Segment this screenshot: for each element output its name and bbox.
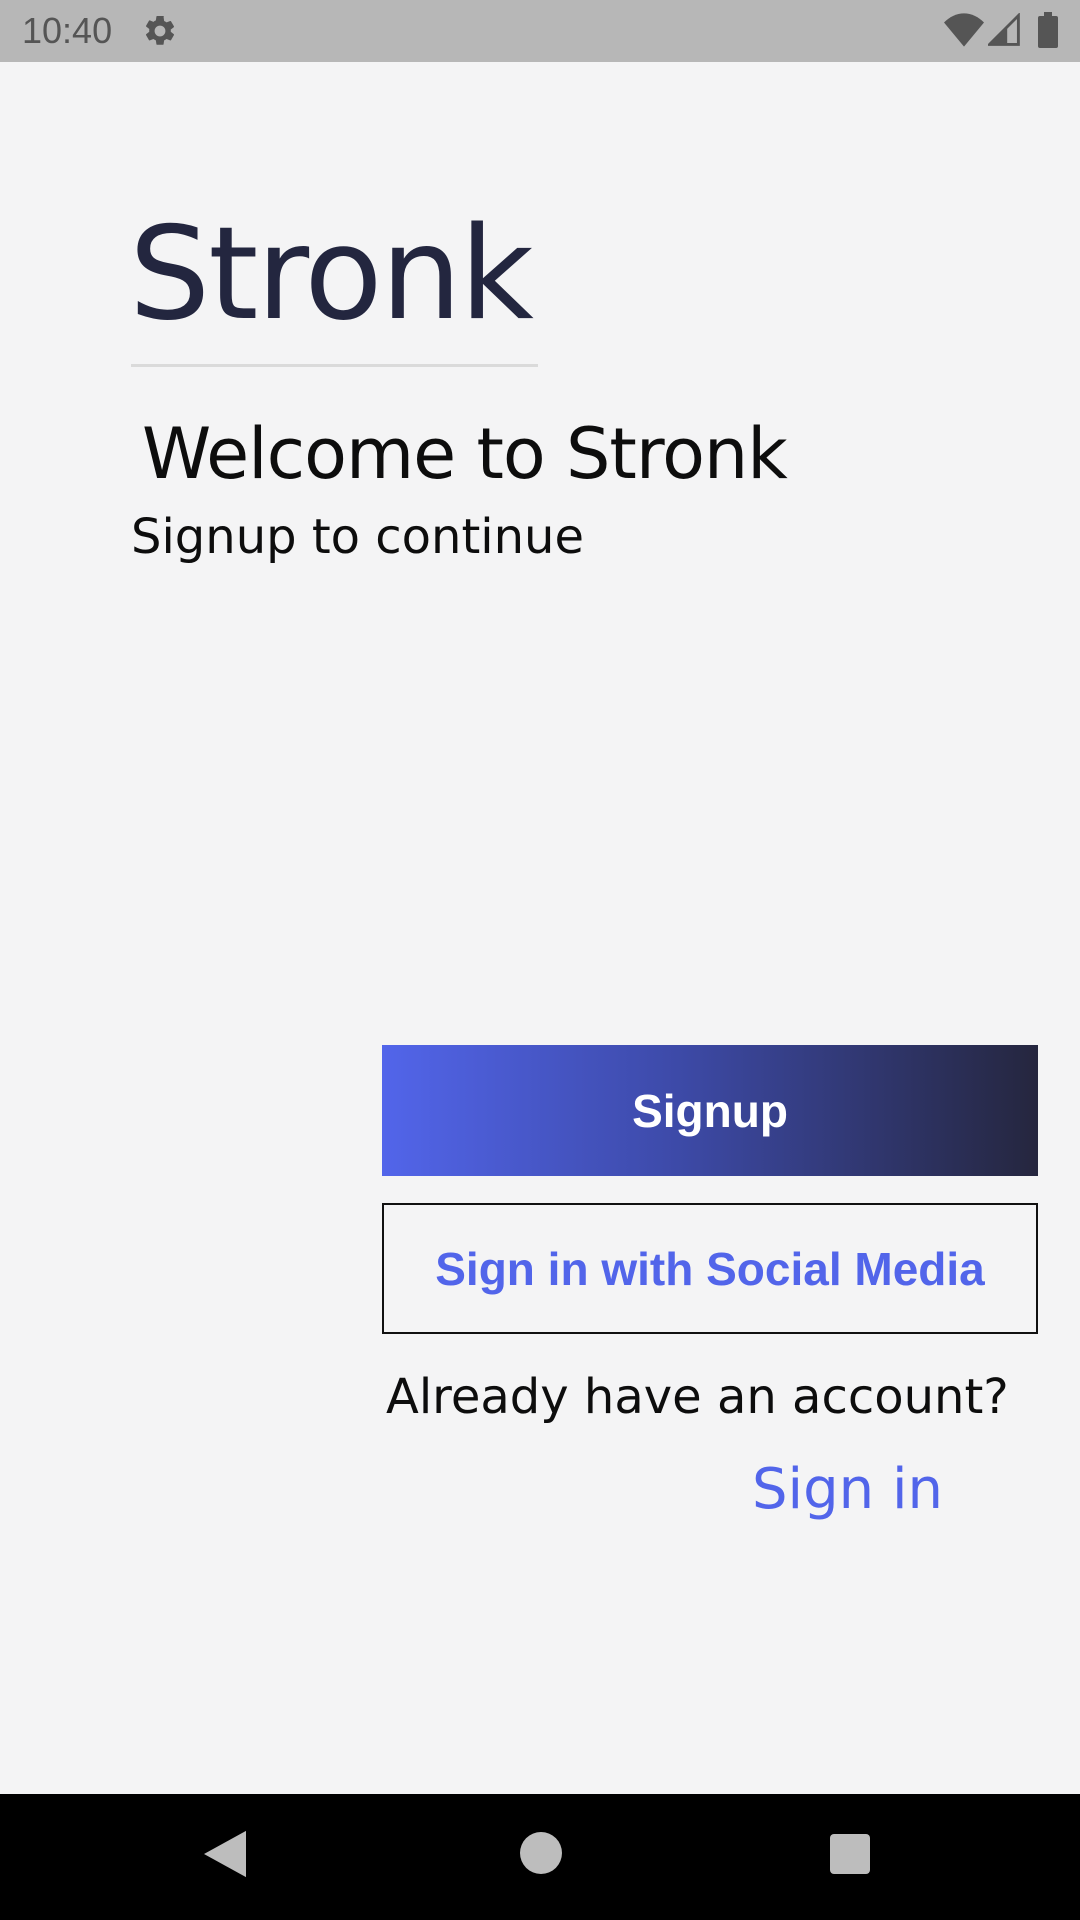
status-time: 10:40 [22, 10, 113, 51]
home-icon[interactable] [520, 1832, 562, 1874]
wifi-icon [944, 13, 984, 47]
battery-icon [1038, 12, 1058, 48]
signin-link[interactable]: Sign in [752, 1455, 943, 1525]
signup-screen: 10:40 Stronk Welcome to Stronk Signup to… [0, 0, 1080, 1920]
welcome-title: Welcome to Stronk [142, 413, 788, 495]
already-have-account-text: Already have an account? [386, 1369, 1009, 1425]
gear-icon [145, 15, 175, 45]
recent-apps-icon[interactable] [830, 1834, 870, 1874]
app-logo: Stronk [129, 200, 534, 349]
signal-icon [988, 13, 1020, 46]
signup-button[interactable]: Signup [382, 1045, 1038, 1176]
welcome-subtitle: Signup to continue [131, 509, 584, 565]
navigation-bar [0, 1794, 1080, 1920]
social-signin-button[interactable]: Sign in with Social Media [382, 1203, 1038, 1334]
back-icon[interactable] [204, 1830, 246, 1878]
status-bar: 10:40 [0, 0, 1080, 62]
logo-divider [131, 364, 538, 367]
